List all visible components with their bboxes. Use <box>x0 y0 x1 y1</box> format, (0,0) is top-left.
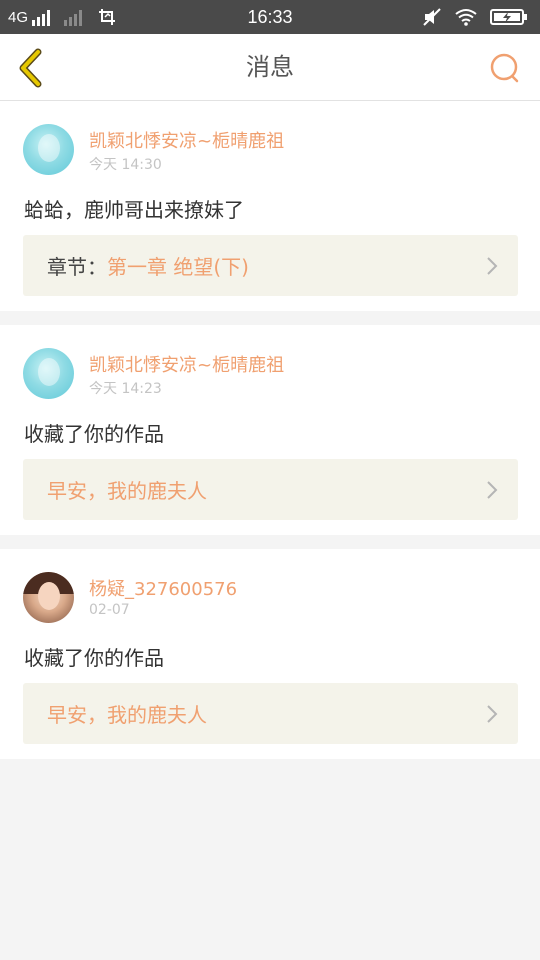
avatar[interactable] <box>23 348 74 399</box>
message-text: 蛤蛤，鹿帅哥出来撩妹了 <box>24 198 244 222</box>
battery-charging-icon <box>490 9 527 25</box>
status-left: 4G <box>8 0 116 34</box>
chapter-link[interactable]: 章节： 第一章 绝望(下) <box>23 235 518 296</box>
avatar[interactable] <box>23 572 74 623</box>
message-card: 凯颖北悸安凉~栀晴鹿祖 今天 14:23 收藏了你的作品 早安，我的鹿夫人 <box>0 325 540 535</box>
message-text: 收藏了你的作品 <box>24 646 164 670</box>
signal-weak-icon <box>64 8 84 26</box>
ref-title: 早安，我的鹿夫人 <box>47 703 207 727</box>
message-time: 02-07 <box>89 602 130 618</box>
mute-icon <box>423 8 441 26</box>
message-card: 凯颖北悸安凉~栀晴鹿祖 今天 14:30 蛤蛤，鹿帅哥出来撩妹了 章节： 第一章… <box>0 101 540 311</box>
status-right <box>410 0 528 34</box>
message-card: 杨疑_327600576 02-07 收藏了你的作品 早安，我的鹿夫人 <box>0 549 540 759</box>
signal-icon <box>32 8 52 26</box>
search-icon <box>490 53 519 83</box>
chevron-right-icon <box>487 705 498 723</box>
ref-title: 第一章 绝望(下) <box>107 255 249 279</box>
work-link[interactable]: 早安，我的鹿夫人 <box>23 683 518 744</box>
wifi-icon <box>455 9 477 26</box>
message-time: 今天 14:30 <box>89 157 162 173</box>
network-type-label: 4G <box>8 8 29 26</box>
username-link[interactable]: 凯颖北悸安凉~栀晴鹿祖 <box>89 127 284 153</box>
app-header: 消息 <box>0 34 540 101</box>
message-list: 凯颖北悸安凉~栀晴鹿祖 今天 14:30 蛤蛤，鹿帅哥出来撩妹了 章节： 第一章… <box>0 101 540 759</box>
message-text: 收藏了你的作品 <box>24 422 164 446</box>
screenshot-icon <box>99 9 116 25</box>
message-time: 今天 14:23 <box>89 381 162 397</box>
username-link[interactable]: 凯颖北悸安凉~栀晴鹿祖 <box>89 351 284 377</box>
username-link[interactable]: 杨疑_327600576 <box>89 575 237 601</box>
work-link[interactable]: 早安，我的鹿夫人 <box>23 459 518 520</box>
avatar[interactable] <box>23 124 74 175</box>
chevron-right-icon <box>487 257 498 275</box>
ref-label: 章节： <box>47 255 107 279</box>
status-bar: 4G 16:33 <box>0 0 540 34</box>
back-button[interactable] <box>10 46 50 90</box>
back-chevron-icon <box>19 48 42 88</box>
page-title: 消息 <box>246 53 294 81</box>
chevron-right-icon <box>487 481 498 499</box>
ref-title: 早安，我的鹿夫人 <box>47 479 207 503</box>
search-button[interactable] <box>488 51 522 85</box>
